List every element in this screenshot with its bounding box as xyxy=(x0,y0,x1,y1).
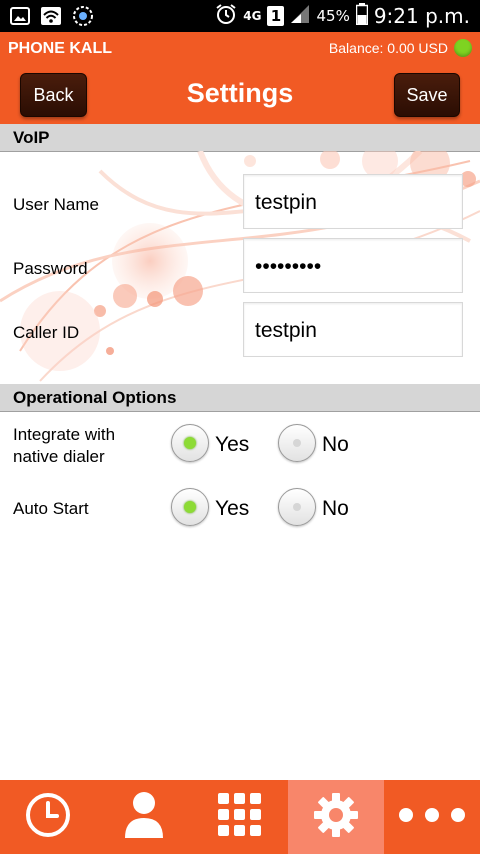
clock-time: 9:21 p.m. xyxy=(373,4,470,28)
integrate-dialer-yes-label[interactable]: Yes xyxy=(215,433,249,457)
auto-start-label: Auto Start xyxy=(13,498,89,520)
sim-indicator: 1 xyxy=(267,6,285,26)
integrate-dialer-yes-radio[interactable] xyxy=(171,424,209,462)
status-bar: 4G 1 45% 9:21 p.m. xyxy=(0,0,480,32)
auto-start-label-line1: Auto Start xyxy=(13,499,89,518)
wifi-icon xyxy=(40,6,62,31)
auto-start-yes-radio[interactable] xyxy=(171,488,209,526)
integrate-dialer-no-radio[interactable] xyxy=(278,424,316,462)
nav-recents[interactable] xyxy=(0,780,96,854)
app-strip: PHONE KALL Balance: 0.00 USD xyxy=(0,32,480,64)
auto-start-no-label[interactable]: No xyxy=(322,497,349,521)
bottom-navigation xyxy=(0,780,480,854)
nav-more[interactable] xyxy=(384,780,480,854)
sync-icon xyxy=(72,5,94,32)
nav-settings[interactable] xyxy=(288,780,384,854)
signal-icon xyxy=(290,4,310,28)
save-button[interactable]: Save xyxy=(394,73,460,117)
dialpad-icon xyxy=(216,791,264,844)
integrate-dialer-label-line1: Integrate with xyxy=(13,425,116,444)
more-icon xyxy=(396,805,468,830)
auto-start-no-radio[interactable] xyxy=(278,488,316,526)
operational-section-header: Operational Options xyxy=(0,384,480,412)
password-label: Password xyxy=(13,259,88,278)
username-label: User Name xyxy=(13,195,99,214)
nav-contacts[interactable] xyxy=(96,780,192,854)
password-field[interactable]: ••••••••• xyxy=(243,238,463,293)
integrate-dialer-no-label[interactable]: No xyxy=(322,433,349,457)
network-type: 4G xyxy=(243,9,262,23)
header-bar: Back Settings Save xyxy=(0,64,480,124)
caller-id-field[interactable]: testpin xyxy=(243,302,463,357)
nav-dialpad[interactable] xyxy=(192,780,288,854)
auto-start-yes-label[interactable]: Yes xyxy=(215,497,249,521)
caller-id-label: Caller ID xyxy=(13,323,80,342)
clock-icon xyxy=(24,791,72,844)
contacts-icon xyxy=(122,790,166,845)
online-status-indicator xyxy=(454,39,472,57)
balance-text: Balance: 0.00 USD xyxy=(328,40,448,56)
gear-icon xyxy=(312,791,360,844)
app-name: PHONE KALL xyxy=(8,40,112,57)
integrate-dialer-label: Integrate with native dialer xyxy=(13,424,115,468)
image-icon xyxy=(10,6,30,31)
battery-icon xyxy=(355,3,369,29)
voip-section-header: VoIP xyxy=(0,124,480,152)
radio-selected-dot xyxy=(184,437,196,449)
username-field[interactable]: testpin xyxy=(243,174,463,229)
radio-selected-dot xyxy=(184,501,196,513)
alarm-icon xyxy=(215,3,237,29)
radio-unselected-dot xyxy=(293,439,301,447)
battery-percent: 45% xyxy=(316,7,350,25)
integrate-dialer-label-line2: native dialer xyxy=(13,447,105,466)
radio-unselected-dot xyxy=(293,503,301,511)
